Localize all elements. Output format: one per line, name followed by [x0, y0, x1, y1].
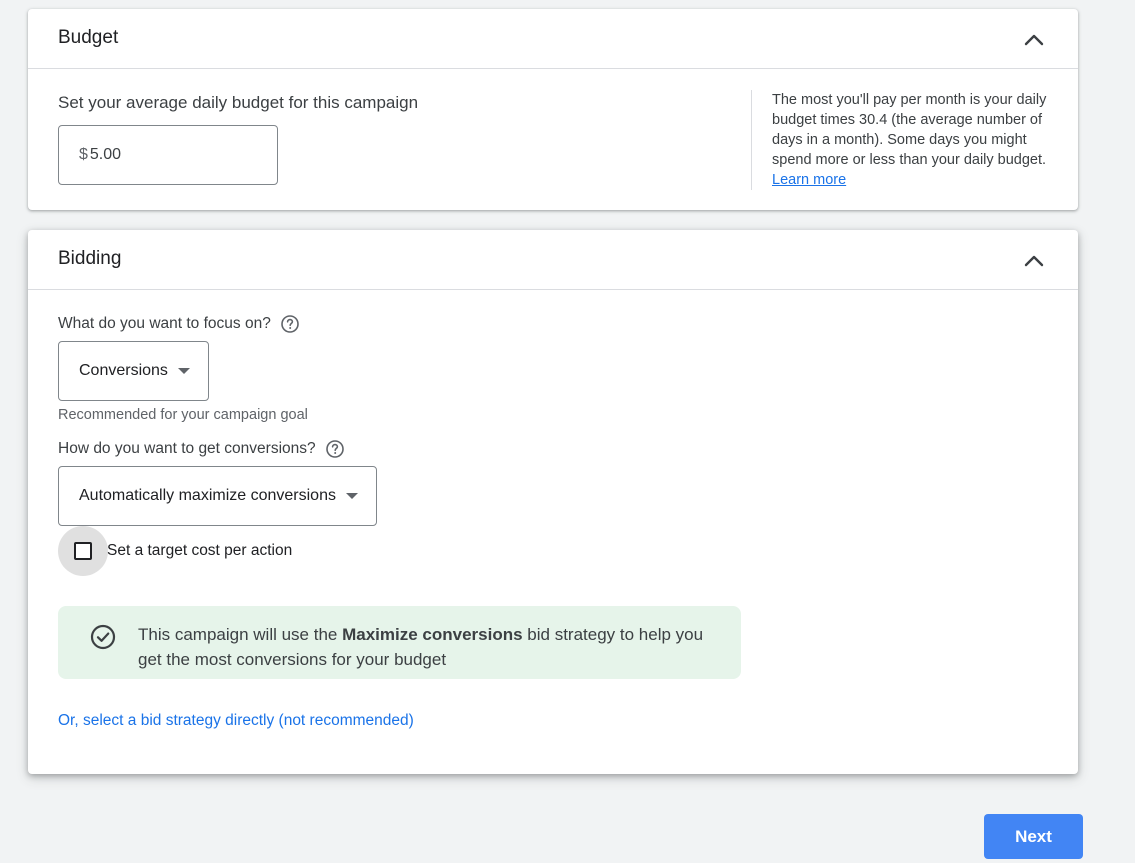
budget-collapse-button[interactable]: [1020, 26, 1048, 54]
banner-strategy-name: Maximize conversions: [342, 625, 523, 644]
budget-card: Budget Set your average daily budget for…: [28, 9, 1078, 210]
chevron-up-icon: [1024, 255, 1044, 267]
caret-down-icon: [345, 493, 358, 499]
target-cpa-checkbox[interactable]: [58, 526, 108, 576]
conversions-dropdown[interactable]: Automatically maximize conversions: [58, 466, 377, 526]
bidding-collapse-button[interactable]: [1020, 247, 1048, 275]
daily-budget-input[interactable]: $ 5.00: [58, 125, 278, 185]
bidding-header[interactable]: Bidding: [28, 230, 1078, 290]
target-cpa-label: Set a target cost per action: [107, 542, 293, 559]
focus-recommendation-note: Recommended for your campaign goal: [58, 407, 308, 423]
budget-label: Set your average daily budget for this c…: [58, 93, 419, 112]
chevron-up-icon: [1024, 34, 1044, 46]
focus-dropdown[interactable]: Conversions: [58, 341, 209, 401]
next-button[interactable]: Next: [984, 814, 1083, 859]
conversions-question-label: How do you want to get conversions?: [58, 440, 316, 457]
focus-question-label: What do you want to focus on?: [58, 315, 271, 332]
help-circle-icon[interactable]: [280, 314, 300, 334]
caret-down-icon: [177, 368, 190, 374]
help-circle-icon[interactable]: [325, 439, 345, 459]
bidding-title: Bidding: [58, 248, 122, 269]
budget-divider: [751, 90, 752, 190]
focus-question: What do you want to focus on?: [58, 314, 300, 334]
conversions-question: How do you want to get conversions?: [58, 439, 345, 459]
strategy-info-text: This campaign will use the Maximize conv…: [138, 622, 718, 672]
strategy-info-banner: This campaign will use the Maximize conv…: [58, 606, 741, 679]
check-circle-icon: [90, 624, 116, 650]
daily-budget-value: 5.00: [89, 146, 122, 163]
checkbox-box: [74, 542, 92, 560]
banner-prefix: This campaign will use the: [138, 625, 343, 644]
budget-help-text: The most you'll pay per month is your da…: [772, 90, 1052, 190]
learn-more-link[interactable]: Learn more: [772, 172, 846, 188]
bidding-card: Bidding What do you want to focus on? Co…: [28, 230, 1078, 774]
select-bid-strategy-link[interactable]: Or, select a bid strategy directly (not …: [58, 712, 414, 730]
conversions-dropdown-value: Automatically maximize conversions: [79, 487, 336, 504]
currency-symbol: $: [79, 146, 88, 163]
budget-help-body: The most you'll pay per month is your da…: [772, 92, 1047, 168]
budget-header[interactable]: Budget: [28, 9, 1078, 69]
target-cpa-row[interactable]: Set a target cost per action: [58, 526, 292, 576]
budget-title: Budget: [58, 27, 119, 48]
focus-dropdown-value: Conversions: [79, 362, 168, 379]
